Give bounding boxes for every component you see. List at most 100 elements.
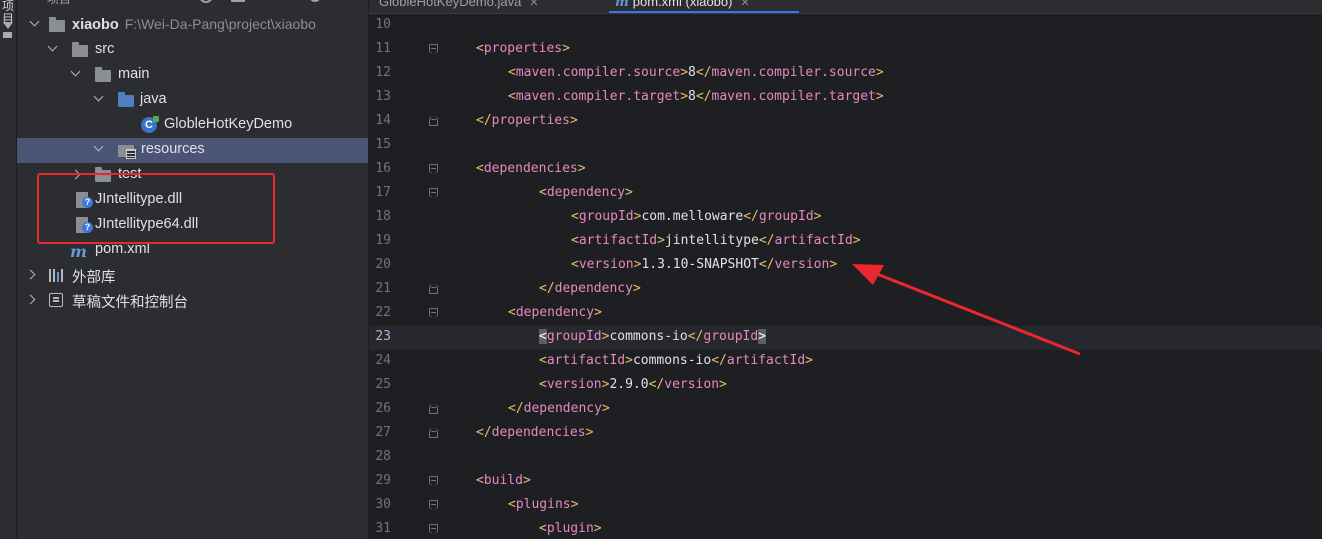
- code-line[interactable]: 26 </dependency>: [369, 398, 1322, 422]
- project-panel-title[interactable]: 项目: [47, 0, 71, 7]
- code-line[interactable]: 18 <groupId>com.melloware</groupId>: [369, 206, 1322, 230]
- line-number[interactable]: 22: [369, 305, 391, 320]
- line-number[interactable]: 31: [369, 521, 391, 536]
- line-number[interactable]: 27: [369, 425, 391, 440]
- code-line[interactable]: 13 <maven.compiler.target>8</maven.compil…: [369, 86, 1322, 110]
- annotation-box: [37, 173, 275, 244]
- code-line[interactable]: 16 <dependencies>: [369, 158, 1322, 182]
- library-icon: [49, 269, 63, 282]
- code-line[interactable]: 17 <dependency>: [369, 182, 1322, 206]
- code-line[interactable]: 23 <groupId>commons-io</groupId>: [369, 326, 1322, 350]
- code-line[interactable]: 27 </dependencies>: [369, 422, 1322, 446]
- code-line[interactable]: 14 </properties>: [369, 110, 1322, 134]
- fold-marker-icon[interactable]: [429, 284, 438, 294]
- xml-token: artifactId: [578, 233, 658, 248]
- code-line[interactable]: 10: [369, 14, 1322, 38]
- code-line[interactable]: 22 <dependency>: [369, 302, 1322, 326]
- xml-token: version: [664, 377, 720, 392]
- collapse-all-icon[interactable]: [231, 0, 245, 2]
- chevron-right-icon[interactable]: [25, 294, 36, 305]
- close-icon[interactable]: ✕: [740, 0, 749, 9]
- tree-item-scratches[interactable]: 草稿文件和控制台: [17, 288, 368, 313]
- line-number[interactable]: 13: [369, 89, 391, 104]
- folder-icon: [72, 42, 88, 57]
- code-line[interactable]: 12 <maven.compiler.source>8</maven.compil…: [369, 62, 1322, 86]
- code-line[interactable]: 30 <plugins>: [369, 494, 1322, 518]
- fold-marker-icon[interactable]: [429, 524, 438, 534]
- xml-text: 2.9.0: [609, 377, 649, 392]
- code-line[interactable]: 25 <version>2.9.0</version>: [369, 374, 1322, 398]
- line-number[interactable]: 11: [369, 41, 391, 56]
- fold-marker-icon[interactable]: [429, 404, 438, 414]
- line-number[interactable]: 29: [369, 473, 391, 488]
- xml-token: >: [625, 185, 633, 200]
- close-icon[interactable]: ✕: [529, 0, 538, 9]
- line-number[interactable]: 19: [369, 233, 391, 248]
- tree-item-globlehotkeydemo[interactable]: C GlobleHotKeyDemo: [17, 113, 368, 138]
- line-number[interactable]: 12: [369, 65, 391, 80]
- xml-token: >: [593, 521, 602, 536]
- xml-text: commons-io: [609, 329, 688, 344]
- fold-marker-icon[interactable]: [429, 428, 438, 438]
- code-line[interactable]: 28: [369, 446, 1322, 470]
- xml-token: dependency: [546, 185, 626, 200]
- fold-marker-icon[interactable]: [429, 476, 438, 486]
- line-number[interactable]: 28: [369, 449, 391, 464]
- code-line[interactable]: 11 <properties>: [369, 38, 1322, 62]
- xml-token: >: [758, 329, 767, 344]
- line-number[interactable]: 18: [369, 209, 391, 224]
- line-number[interactable]: 14: [369, 113, 391, 128]
- tree-item-external-libraries[interactable]: 外部库: [17, 263, 368, 288]
- tree-item-resources[interactable]: resources: [17, 138, 368, 163]
- locate-file-icon[interactable]: [199, 0, 213, 3]
- chevron-right-icon[interactable]: [25, 269, 36, 280]
- structure-tool-icon[interactable]: [3, 32, 12, 38]
- tree-item-xiaobo[interactable]: xiaobo F:\Wei-Da-Pang\project\xiaobo: [17, 13, 368, 38]
- xml-token: <: [539, 353, 547, 368]
- code-line[interactable]: 21 </dependency>: [369, 278, 1322, 302]
- line-number[interactable]: 15: [369, 137, 391, 152]
- tree-item-java[interactable]: java: [17, 88, 368, 113]
- editor-tab-bar: GlobleHotKeyDemo.java ✕ m pom.xml (xiaobo)…: [369, 0, 1322, 14]
- chevron-down-icon[interactable]: [93, 91, 104, 102]
- xml-token: artifactId: [546, 353, 626, 368]
- chevron-down-icon[interactable]: [70, 66, 81, 77]
- line-number[interactable]: 21: [369, 281, 391, 296]
- line-number[interactable]: 25: [369, 377, 391, 392]
- fold-marker-icon[interactable]: [429, 308, 438, 318]
- line-number[interactable]: 10: [369, 17, 391, 32]
- tab-globlehotkeydemo[interactable]: GlobleHotKeyDemo.java ✕: [379, 0, 539, 12]
- xml-token: <: [571, 257, 579, 272]
- xml-token: <: [508, 65, 516, 80]
- tree-item-src[interactable]: src: [17, 38, 368, 63]
- folder-icon: [95, 67, 111, 82]
- fold-marker-icon[interactable]: [429, 116, 438, 126]
- xml-token: <: [508, 89, 516, 104]
- project-tool-icon[interactable]: [3, 22, 13, 29]
- code-editor[interactable]: 10 11 <properties> 12 <maven.compiler.source…: [369, 14, 1322, 539]
- line-number[interactable]: 23: [369, 329, 391, 344]
- chevron-down-icon[interactable]: [93, 141, 104, 152]
- line-number[interactable]: 16: [369, 161, 391, 176]
- fold-marker-icon[interactable]: [429, 44, 438, 54]
- xml-text: 8: [688, 65, 696, 80]
- chevron-down-icon[interactable]: [47, 41, 58, 52]
- settings-gear-icon[interactable]: [309, 0, 321, 2]
- chevron-down-icon[interactable]: [29, 16, 40, 27]
- fold-marker-icon[interactable]: [429, 188, 438, 198]
- tree-item-main[interactable]: main: [17, 63, 368, 88]
- code-line[interactable]: 29 <build>: [369, 470, 1322, 494]
- code-line[interactable]: 20 <version>1.3.10-SNAPSHOT</version>: [369, 254, 1322, 278]
- line-number[interactable]: 17: [369, 185, 391, 200]
- line-number[interactable]: 20: [369, 257, 391, 272]
- xml-token: </: [711, 353, 727, 368]
- fold-marker-icon[interactable]: [429, 164, 438, 174]
- line-number[interactable]: 26: [369, 401, 391, 416]
- code-line[interactable]: 15: [369, 134, 1322, 158]
- code-line[interactable]: 19 <artifactId>jintellitype</artifactId>: [369, 230, 1322, 254]
- code-line[interactable]: 24 <artifactId>commons-io</artifactId>: [369, 350, 1322, 374]
- code-line[interactable]: 31 <plugin>: [369, 518, 1322, 539]
- line-number[interactable]: 24: [369, 353, 391, 368]
- fold-marker-icon[interactable]: [429, 500, 438, 510]
- line-number[interactable]: 30: [369, 497, 391, 512]
